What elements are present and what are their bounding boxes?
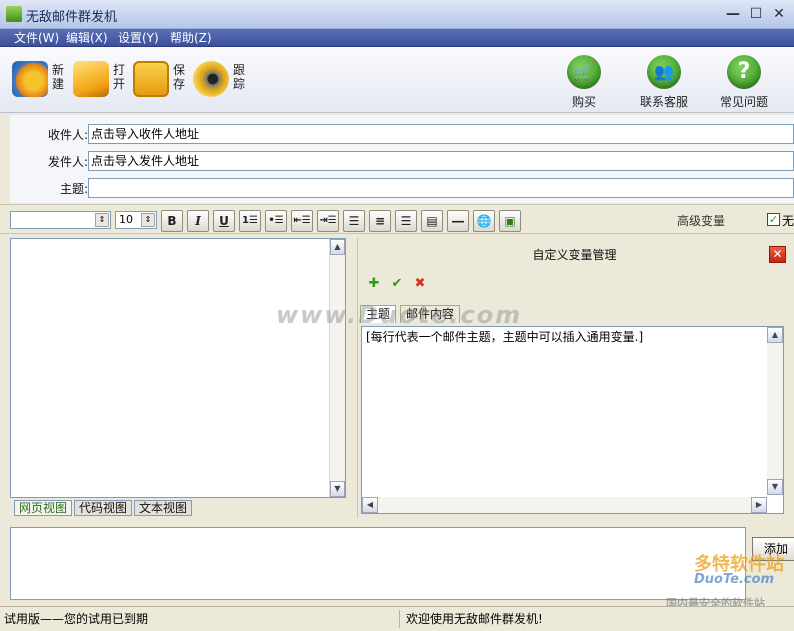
subject-field[interactable] <box>88 178 794 198</box>
sender-label: 发件人: <box>47 155 88 169</box>
tab-text-view[interactable]: 文本视图 <box>134 500 193 516</box>
bold-icon[interactable]: B <box>161 210 183 232</box>
recipient-field[interactable]: 点击导入收件人地址 <box>88 124 794 144</box>
new-document-icon[interactable] <box>12 61 48 97</box>
insert-image-icon[interactable]: ▣ <box>499 210 521 232</box>
confirm-icon[interactable]: ✔ <box>389 276 405 292</box>
help-question-icon[interactable]: ? <box>727 55 761 89</box>
minimize-icon[interactable]: — <box>722 4 744 24</box>
var-vertical-scrollbar[interactable]: ▲ ▼ <box>767 327 783 495</box>
font-name-select[interactable]: ⇕ <box>10 211 111 229</box>
var-horizontal-scrollbar[interactable]: ◀ ▶ <box>362 497 767 513</box>
faq-button-label[interactable]: 常见问题 <box>712 93 776 110</box>
new-button-label[interactable]: 新建 <box>52 63 66 91</box>
toolbar: 新建 打开 保存 跟踪 🛒 购买 👥 联系客服 ? 常见问题 <box>0 47 794 113</box>
status-trial: 试用版——您的试用已到期 <box>4 610 400 628</box>
menu-bar: 文件(W) 编辑(X) 设置(Y) 帮助(Z) <box>0 29 794 47</box>
scroll-up-icon[interactable]: ▲ <box>767 327 783 343</box>
watermark-text: www.Duote.com <box>276 301 523 329</box>
underline-icon[interactable]: U <box>213 210 235 232</box>
font-size-select[interactable]: 10 ⇕ <box>115 211 157 229</box>
buy-button-label[interactable]: 购买 <box>560 93 608 110</box>
tab-web-view[interactable]: 网页视图 <box>14 500 73 516</box>
html-editor[interactable]: ▲ ▼ <box>10 238 346 498</box>
delete-icon[interactable]: ✖ <box>412 276 428 292</box>
subject-list-textarea[interactable]: [每行代表一个邮件主题，主题中可以插入通用变量.] ▲ ▼ ◀ ▶ <box>361 326 784 514</box>
custom-variable-panel: 自定义变量管理 ✕ ✚ ✔ ✖ 主题 邮件内容 www.Duote.com [每… <box>276 238 790 518</box>
status-bar: 试用版——您的试用已到期 欢迎使用无敌邮件群发机! <box>0 606 794 631</box>
menu-help[interactable]: 帮助(Z) <box>170 30 212 46</box>
save-icon[interactable] <box>133 61 169 97</box>
scroll-up-icon[interactable]: ▲ <box>330 239 345 255</box>
folder-open-icon[interactable] <box>73 61 109 97</box>
scroll-down-icon[interactable]: ▼ <box>330 481 345 497</box>
font-size-spin-icon[interactable]: ⇕ <box>141 213 155 227</box>
outdent-icon[interactable]: ⇤☰ <box>291 210 313 232</box>
checkbox-label[interactable]: 无 <box>782 212 794 229</box>
align-center-icon[interactable]: ≡ <box>369 210 391 232</box>
attachment-box[interactable] <box>10 527 746 600</box>
horizontal-rule-icon[interactable]: ― <box>447 210 469 232</box>
unordered-list-icon[interactable]: •☰ <box>265 210 287 232</box>
header-fields: 收件人: 点击导入收件人地址 发件人: 点击导入发件人地址 主题: <box>10 115 794 203</box>
close-icon[interactable]: ✕ <box>769 246 786 263</box>
site-watermark-logo: 多特软件站 DuoTe.com 国内最安全的软件站 <box>666 554 784 610</box>
subject-hint-text: [每行代表一个邮件主题，主题中可以插入通用变量.] <box>366 330 644 344</box>
hyperlink-icon[interactable]: 🌐 <box>473 210 495 232</box>
title-bar: 无敌邮件群发机 — ☐ ✕ <box>0 0 794 29</box>
shopping-cart-icon[interactable]: 🛒 <box>567 55 601 89</box>
save-button-label[interactable]: 保存 <box>173 63 187 91</box>
tracking-button-label[interactable]: 跟踪 <box>233 63 247 91</box>
close-icon[interactable]: ✕ <box>768 4 790 24</box>
contact-button-label[interactable]: 联系客服 <box>632 93 696 110</box>
tracking-icon[interactable] <box>193 61 229 97</box>
italic-icon[interactable]: I <box>187 210 209 232</box>
menu-file[interactable]: 文件(W) <box>14 30 59 46</box>
recipient-label: 收件人: <box>47 128 88 142</box>
var-panel-title: 自定义变量管理 <box>532 248 617 262</box>
font-size-value: 10 <box>119 213 133 226</box>
tab-code-view[interactable]: 代码视图 <box>74 500 133 516</box>
font-name-spin-icon[interactable]: ⇕ <box>95 213 109 227</box>
align-right-icon[interactable]: ☰ <box>395 210 417 232</box>
sender-field[interactable]: 点击导入发件人地址 <box>88 151 794 171</box>
editor-scrollbar[interactable]: ▲ ▼ <box>329 239 345 497</box>
scroll-left-icon[interactable]: ◀ <box>362 497 378 513</box>
contact-support-icon[interactable]: 👥 <box>647 55 681 89</box>
align-left-icon[interactable]: ☰ <box>343 210 365 232</box>
menu-settings[interactable]: 设置(Y) <box>118 30 159 46</box>
align-justify-icon[interactable]: ▤ <box>421 210 443 232</box>
maximize-icon[interactable]: ☐ <box>745 4 767 24</box>
open-button-label[interactable]: 打开 <box>113 63 127 91</box>
ordered-list-icon[interactable]: 1☰ <box>239 210 261 232</box>
status-welcome: 欢迎使用无敌邮件群发机! <box>406 612 543 626</box>
window-title: 无敌邮件群发机 <box>26 10 118 25</box>
scroll-right-icon[interactable]: ▶ <box>751 497 767 513</box>
menu-edit[interactable]: 编辑(X) <box>66 30 108 46</box>
format-toolbar: ⇕ 10 ⇕ B I U 1☰ •☰ ⇤☰ ⇥☰ ☰ ≡ ☰ ▤ ― 🌐 ▣ 高… <box>0 204 794 234</box>
scroll-down-icon[interactable]: ▼ <box>767 479 783 495</box>
add-icon[interactable]: ✚ <box>366 276 382 292</box>
app-icon <box>6 6 22 22</box>
indent-icon[interactable]: ⇥☰ <box>317 210 339 232</box>
subject-label: 主题: <box>59 182 88 196</box>
advanced-vars-link[interactable]: 高级变量 <box>677 212 725 229</box>
checkbox-icon[interactable]: ✓ <box>767 213 780 226</box>
